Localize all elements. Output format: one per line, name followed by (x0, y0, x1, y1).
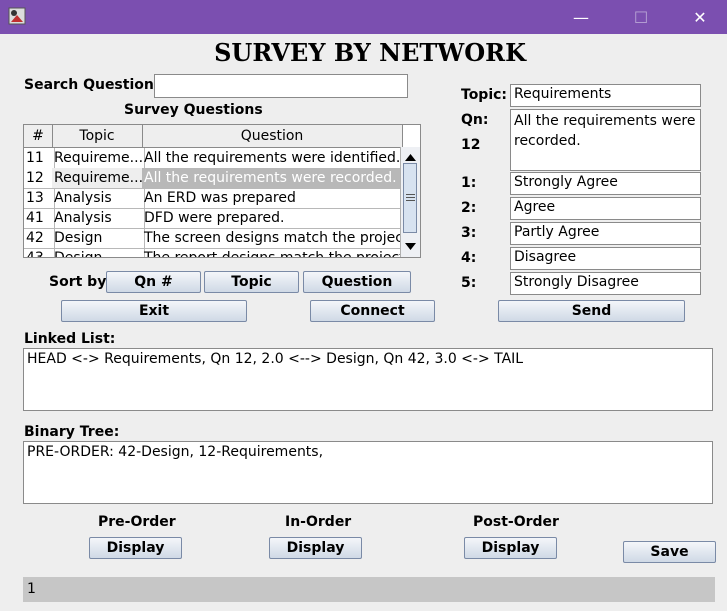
answer-1-field[interactable]: Strongly Agree (510, 172, 701, 195)
save-button[interactable]: Save (623, 541, 716, 563)
cell-question: The report designs match the project re (142, 248, 405, 257)
search-label: Search Question: (24, 77, 160, 93)
cell-question: All the requirements were recorded. (142, 168, 405, 188)
app-icon (8, 7, 26, 25)
linked-list-area[interactable]: HEAD <-> Requirements, Qn 12, 2.0 <--> D… (23, 348, 713, 411)
sort-question-button[interactable]: Question (303, 271, 411, 293)
cell-topic: Analysis (52, 188, 145, 208)
search-input[interactable] (154, 74, 408, 98)
linked-list-label: Linked List: (24, 331, 116, 347)
cell-topic: Analysis (52, 208, 145, 228)
answer-2-field[interactable]: Agree (510, 197, 701, 220)
cell-topic: Design (52, 228, 145, 248)
qn-number: 12 (461, 137, 481, 153)
binary-tree-area[interactable]: PRE-ORDER: 42-Design, 12-Requirements, (23, 441, 713, 504)
qn-label: Qn: (461, 112, 489, 128)
post-order-label: Post-Order (473, 514, 559, 530)
scroll-up-icon[interactable] (405, 153, 416, 161)
connect-button[interactable]: Connect (310, 300, 435, 322)
sort-qn-button[interactable]: Qn # (106, 271, 201, 293)
answer-5-field[interactable]: Strongly Disagree (510, 272, 701, 295)
cell-num: 43 (24, 248, 55, 257)
cell-num: 11 (24, 148, 55, 168)
column-header-topic[interactable]: Topic (52, 125, 143, 147)
question-text-field[interactable]: All the requirements were recorded. (510, 109, 701, 171)
answer-2-label: 2: (461, 200, 477, 216)
cell-topic: Design (52, 248, 145, 257)
cell-question: All the requirements were identified. (142, 148, 405, 168)
scroll-thumb[interactable] (403, 163, 417, 233)
app-title: SURVEY BY NETWORK (214, 38, 526, 67)
answer-1-label: 1: (461, 175, 477, 191)
minimize-button[interactable]: — (558, 0, 604, 34)
binary-tree-label: Binary Tree: (24, 424, 120, 440)
cell-question: DFD were prepared. (142, 208, 405, 228)
pre-order-label: Pre-Order (98, 514, 176, 530)
table-row[interactable]: 13 Analysis An ERD was prepared (24, 188, 405, 209)
table-row[interactable]: 11 Requireme... All the requirements were … (24, 148, 405, 169)
post-order-display-button[interactable]: Display (464, 537, 557, 559)
answer-5-label: 5: (461, 275, 477, 291)
table-row[interactable]: 41 Analysis DFD were prepared. (24, 208, 405, 229)
survey-questions-heading: Survey Questions (124, 102, 263, 118)
pre-order-display-button[interactable]: Display (89, 537, 182, 559)
maximize-button[interactable]: ☐ (618, 0, 664, 34)
cell-topic: Requireme... (54, 148, 145, 168)
topic-label: Topic: (461, 87, 508, 103)
cell-num: 41 (24, 208, 55, 228)
sort-label: Sort by: (49, 274, 112, 290)
cell-question: The screen designs match the project r (144, 228, 405, 248)
cell-num: 42 (24, 228, 55, 248)
table-row[interactable]: 43 Design The report designs match the pro… (24, 248, 405, 257)
cell-topic: Requireme... (52, 168, 145, 188)
answer-3-label: 3: (461, 225, 477, 241)
in-order-display-button[interactable]: Display (269, 537, 362, 559)
answer-4-field[interactable]: Disagree (510, 247, 701, 270)
questions-table[interactable]: # Topic Question 11 Requireme... All the r… (23, 124, 421, 258)
table-header: # Topic Question (24, 125, 403, 148)
status-bar: 1 (23, 577, 715, 602)
answer-4-label: 4: (461, 250, 477, 266)
cell-num: 13 (24, 188, 55, 208)
in-order-label: In-Order (285, 514, 352, 530)
send-button[interactable]: Send (498, 300, 685, 322)
table-row[interactable]: 42 Design The screen designs match the pro… (24, 228, 405, 249)
cell-num: 12 (24, 168, 55, 188)
sort-topic-button[interactable]: Topic (204, 271, 299, 293)
table-row[interactable]: 12 Requireme... All the requirements were … (24, 168, 405, 189)
scroll-down-icon[interactable] (405, 243, 416, 251)
column-header-question[interactable]: Question (142, 125, 403, 147)
exit-button[interactable]: Exit (61, 300, 247, 322)
answer-3-field[interactable]: Partly Agree (510, 222, 701, 245)
column-header-num[interactable]: # (24, 125, 53, 147)
close-button[interactable]: ✕ (677, 0, 723, 34)
topic-field[interactable]: Requirements (510, 84, 701, 107)
title-bar: — ☐ ✕ (0, 0, 727, 34)
cell-question: An ERD was prepared (142, 188, 405, 208)
table-scrollbar[interactable] (400, 147, 420, 257)
